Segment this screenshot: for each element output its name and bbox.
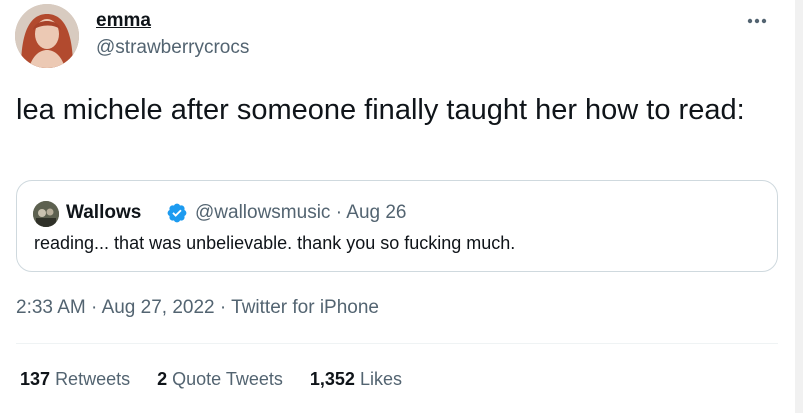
quoted-text: reading... that was unbelievable. thank … <box>34 233 516 253</box>
timestamp-separator-2: · <box>219 297 227 318</box>
quote-tweets-label: Quote Tweets <box>172 369 283 389</box>
tweet-source[interactable]: Twitter for iPhone <box>231 297 379 318</box>
author-avatar-image <box>15 4 79 68</box>
likes-label: Likes <box>359 369 402 389</box>
quote-tweets-count: 2 <box>157 369 168 389</box>
quote-tweets-stat[interactable]: 2 Quote Tweets <box>157 369 283 390</box>
retweets-count: 137 <box>20 369 51 389</box>
more-dots-icon <box>747 18 767 24</box>
verified-badge-icon <box>167 203 187 223</box>
author-name[interactable]: emma <box>96 10 151 32</box>
quoted-avatar-image <box>33 201 59 227</box>
quoted-tweet[interactable]: Wallows @wallowsmusic · Aug 26 reading..… <box>16 180 778 272</box>
quoted-meta: @wallowsmusic · Aug 26 <box>195 202 407 224</box>
tweet-time[interactable]: 2:33 AM <box>16 297 86 318</box>
timestamp-separator-1: · <box>91 297 98 318</box>
quoted-handle[interactable]: @wallowsmusic <box>195 202 330 223</box>
tweet-card: emma @strawberrycrocs lea michele after … <box>0 0 803 413</box>
quoted-author-name[interactable]: Wallows <box>66 202 141 224</box>
author-avatar[interactable] <box>15 4 79 68</box>
likes-stat[interactable]: 1,352 Likes <box>310 369 402 390</box>
quoted-avatar[interactable] <box>33 201 59 227</box>
engagement-stats: 137 Retweets 2 Quote Tweets 1,352 Likes <box>20 369 402 390</box>
quoted-date[interactable]: Aug 26 <box>346 202 406 223</box>
tweet-text: lea michele after someone finally taught… <box>16 94 745 126</box>
retweets-stat[interactable]: 137 Retweets <box>20 369 130 390</box>
likes-count: 1,352 <box>309 369 355 389</box>
retweets-label: Retweets <box>55 369 131 389</box>
scrollbar[interactable] <box>795 0 803 413</box>
quoted-separator: · <box>335 202 343 223</box>
divider <box>16 343 778 344</box>
more-options-button[interactable] <box>744 8 770 34</box>
tweet-timestamp: 2:33 AM · Aug 27, 2022 · Twitter for iPh… <box>16 297 379 319</box>
author-handle[interactable]: @strawberrycrocs <box>96 37 249 59</box>
tweet-date[interactable]: Aug 27, 2022 <box>102 297 215 318</box>
